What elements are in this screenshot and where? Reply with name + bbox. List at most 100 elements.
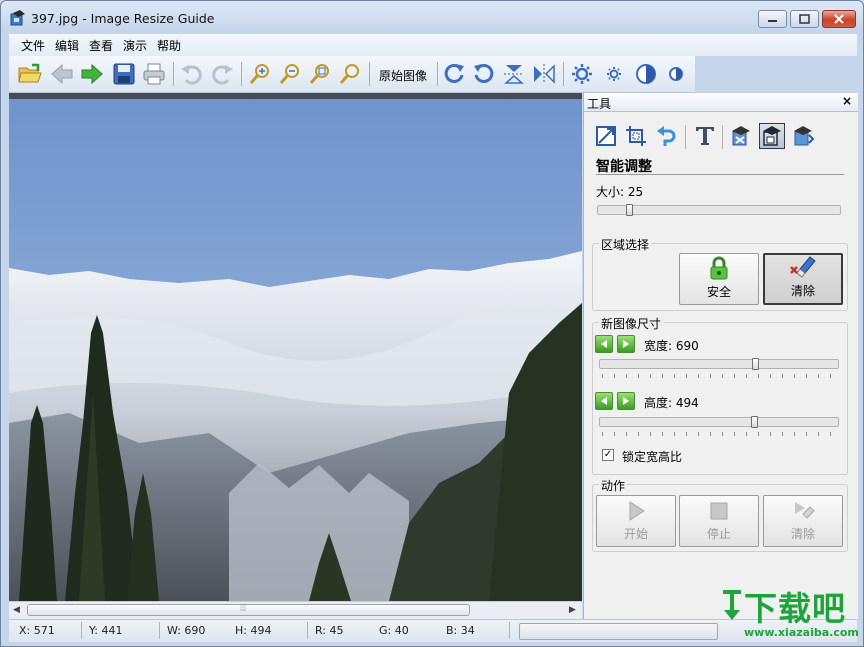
open-button[interactable] <box>17 61 43 87</box>
height-decrease-button[interactable] <box>595 392 613 410</box>
title-bar[interactable]: 397.jpg - Image Resize Guide <box>1 1 863 33</box>
image-canvas[interactable] <box>9 93 582 601</box>
app-window: 397.jpg - Image Resize Guide 文件 编辑 查看 演示… <box>0 0 864 647</box>
height-increase-button[interactable] <box>617 392 635 410</box>
save-button[interactable] <box>111 61 137 87</box>
status-width: W: 690 <box>167 624 206 637</box>
safe-region-label: 安全 <box>706 285 731 299</box>
zoom-actual-button[interactable] <box>337 61 363 87</box>
zoom-out-button[interactable] <box>277 61 303 87</box>
menu-help[interactable]: 帮助 <box>157 37 181 54</box>
undo-icon <box>181 65 202 85</box>
safe-region-button[interactable]: 安全 <box>679 253 759 305</box>
horizontal-scrollbar[interactable]: ◀ ⦙⦙⦙ ▶ <box>9 601 582 619</box>
smart-resize-tool-button[interactable] <box>759 123 785 149</box>
print-button[interactable] <box>141 61 167 87</box>
tool-separator <box>685 125 686 149</box>
clear-region-button[interactable]: 清除 <box>763 253 843 305</box>
smart-remove-tool-button[interactable] <box>728 123 754 149</box>
height-slider-ticks <box>602 432 838 436</box>
undo-arrow-icon <box>657 126 676 146</box>
zoom-out-icon <box>279 64 299 84</box>
resize-tool-button[interactable] <box>593 123 619 149</box>
menu-demo[interactable]: 演示 <box>123 37 147 54</box>
rotate-right-button[interactable] <box>441 61 467 87</box>
width-slider-thumb[interactable] <box>752 358 759 370</box>
scroll-right-icon[interactable]: ▶ <box>569 605 576 615</box>
start-label: 开始 <box>623 527 648 541</box>
crop-icon <box>626 126 646 146</box>
status-separator <box>307 622 308 639</box>
section-title: 智能调整 <box>596 159 652 175</box>
brush-size-slider[interactable] <box>597 205 841 215</box>
rotate-left-button[interactable] <box>471 61 497 87</box>
brightness-down-button[interactable] <box>601 61 627 87</box>
zoom-in-button[interactable] <box>247 61 273 87</box>
contrast-down-button[interactable] <box>663 61 689 87</box>
menu-file[interactable]: 文件 <box>21 37 45 54</box>
brush-size-label: 大小: 25 <box>596 185 644 199</box>
menu-edit[interactable]: 编辑 <box>55 37 79 54</box>
status-separator <box>81 622 82 639</box>
smart-remove-icon <box>732 126 750 146</box>
new-size-title: 新图像尺寸 <box>599 315 664 332</box>
watermark-url: www.xiazaiba.com <box>744 626 859 639</box>
arrow-right-icon <box>81 63 103 85</box>
status-x: X: 571 <box>19 624 55 637</box>
zoom-fit-button[interactable] <box>307 61 333 87</box>
flip-horizontal-icon <box>534 64 555 84</box>
tools-panel-close-button[interactable]: × <box>842 94 852 108</box>
status-height: H: 494 <box>235 624 272 637</box>
tools-panel-header: 工具 × <box>584 93 858 112</box>
arrow-left-icon <box>51 63 73 85</box>
minimize-icon <box>768 20 777 22</box>
menu-view[interactable]: 查看 <box>89 37 113 54</box>
status-separator <box>509 622 510 639</box>
tools-panel: 工具 × 智能调整 大小: 25 区域选择 安全 清除 新图像尺寸 宽度: 69… <box>583 93 858 619</box>
contrast-up-button[interactable] <box>633 61 659 87</box>
close-window-button[interactable] <box>822 10 856 28</box>
height-slider[interactable] <box>599 417 839 427</box>
status-separator <box>159 622 160 639</box>
maximize-button[interactable] <box>790 10 819 28</box>
flip-vertical-button[interactable] <box>501 61 527 87</box>
width-label: 宽度: 690 <box>644 339 699 353</box>
height-label: 高度: 494 <box>644 396 699 410</box>
status-green: G: 40 <box>379 624 409 637</box>
eraser-disabled-icon <box>795 502 815 519</box>
scroll-left-icon[interactable]: ◀ <box>13 605 20 615</box>
stop-label: 停止 <box>706 527 731 541</box>
stop-button[interactable]: 停止 <box>679 495 759 547</box>
menu-bar: 文件 编辑 查看 演示 帮助 <box>9 34 857 56</box>
start-button[interactable]: 开始 <box>596 495 676 547</box>
undo-button[interactable] <box>179 61 205 87</box>
original-image-button[interactable]: 原始图像 <box>379 67 427 84</box>
brightness-up-button[interactable] <box>569 61 595 87</box>
height-slider-thumb[interactable] <box>751 416 758 428</box>
play-icon <box>629 501 645 521</box>
lock-ratio-checkbox[interactable]: ✓ <box>602 449 614 461</box>
clear-action-button[interactable]: 清除 <box>763 495 843 547</box>
redo-button[interactable] <box>209 61 235 87</box>
maximize-icon <box>799 14 810 24</box>
width-slider[interactable] <box>599 359 839 369</box>
text-tool-button[interactable] <box>692 123 718 149</box>
section-divider <box>596 174 844 175</box>
clear-action-label: 清除 <box>790 527 815 541</box>
back-button[interactable] <box>49 61 75 87</box>
undo-tool-button[interactable] <box>653 123 679 149</box>
triangle-left-icon <box>601 340 607 348</box>
flip-vertical-icon <box>504 65 524 84</box>
contrast-small-icon <box>669 67 683 81</box>
smart-enlarge-tool-button[interactable] <box>790 123 816 149</box>
crop-tool-button[interactable] <box>623 123 649 149</box>
flip-horizontal-button[interactable] <box>531 61 557 87</box>
scrollbar-thumb[interactable]: ⦙⦙⦙ <box>27 604 470 616</box>
brush-size-slider-thumb[interactable] <box>626 204 633 216</box>
width-increase-button[interactable] <box>617 335 635 353</box>
tool-separator <box>722 125 723 149</box>
zoom-actual-icon <box>339 64 359 84</box>
forward-button[interactable] <box>79 61 105 87</box>
width-decrease-button[interactable] <box>595 335 613 353</box>
minimize-button[interactable] <box>758 10 787 28</box>
